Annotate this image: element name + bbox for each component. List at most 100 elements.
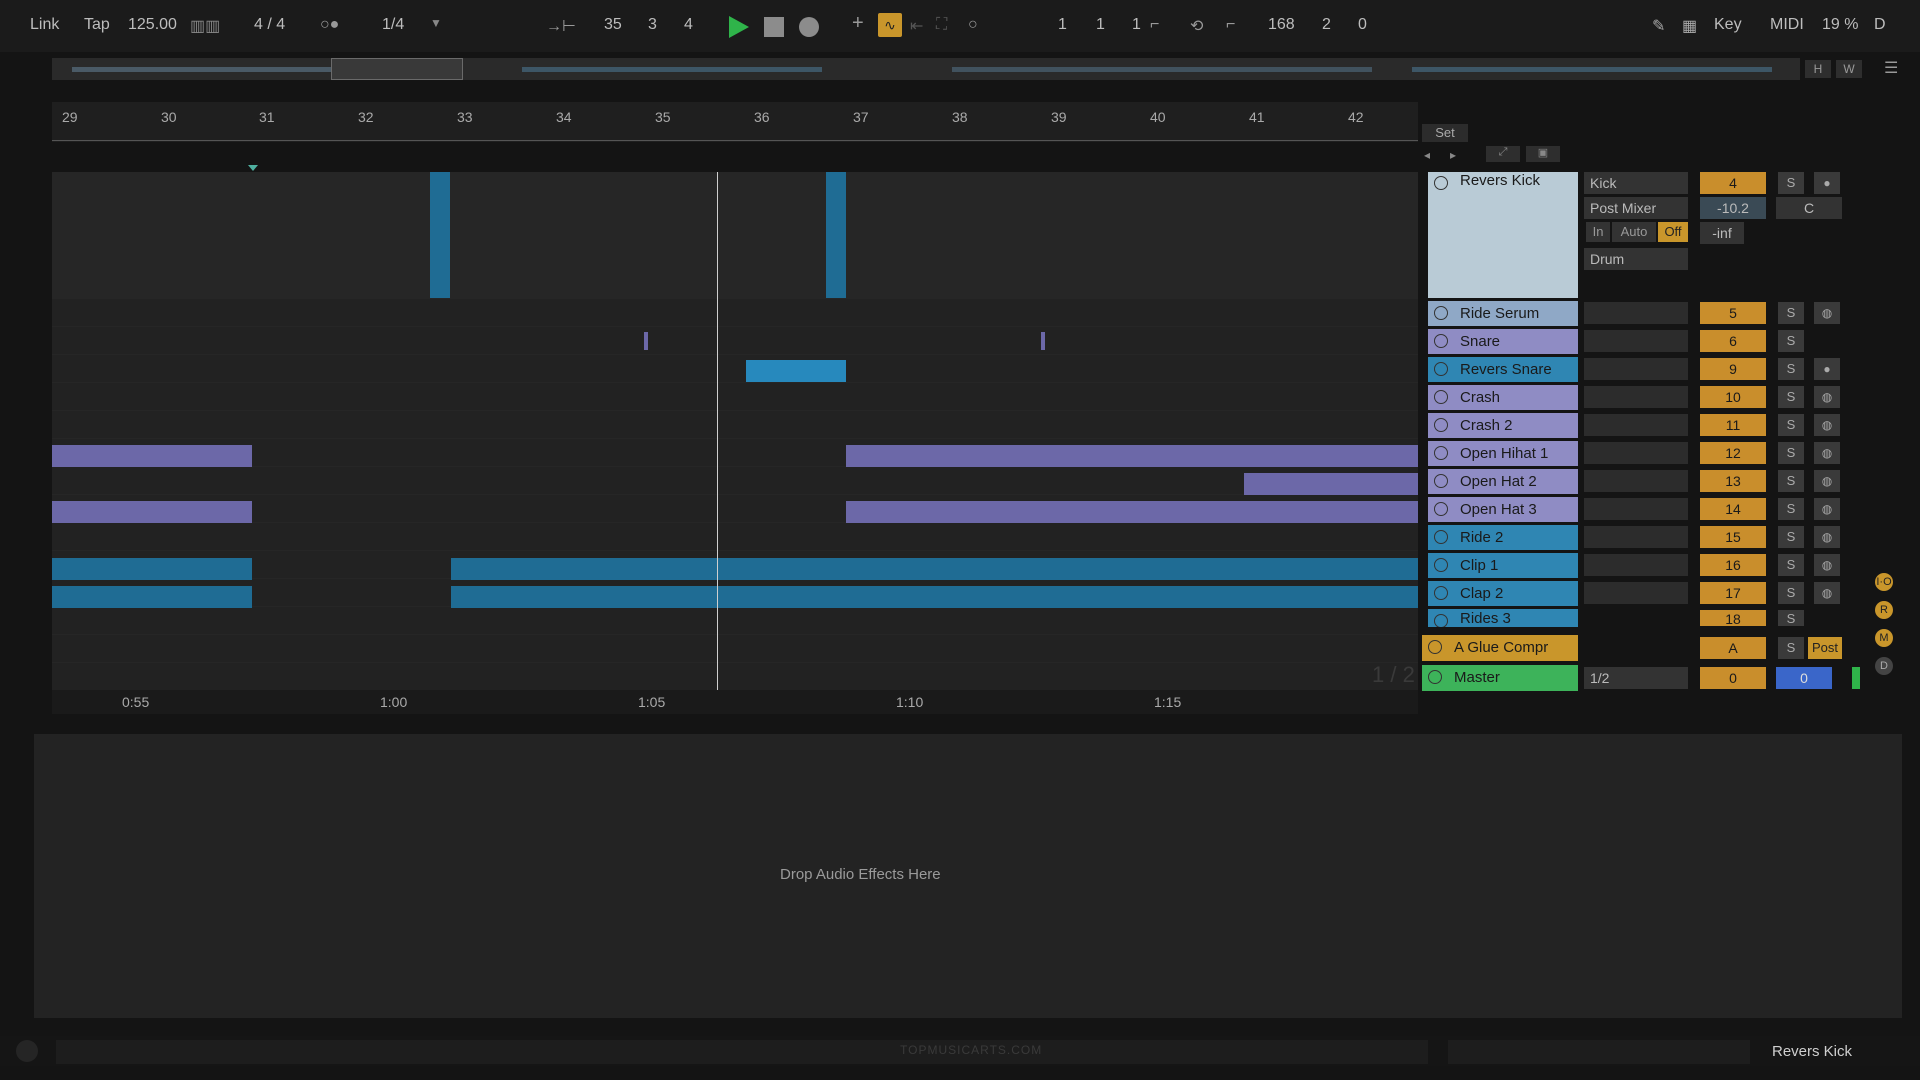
track-io-slot[interactable]: [1584, 526, 1688, 548]
audio-clip[interactable]: [644, 332, 648, 350]
track-lane[interactable]: [52, 299, 1418, 327]
audio-clip[interactable]: [1244, 473, 1418, 495]
audio-clip[interactable]: [846, 445, 1418, 467]
arm-icon[interactable]: ◍: [1814, 554, 1840, 576]
track-fold-icon[interactable]: [1434, 614, 1448, 627]
track-lane[interactable]: [52, 523, 1418, 551]
nudge-icon[interactable]: ▥▥: [190, 16, 220, 36]
return-toggle-icon[interactable]: R: [1875, 601, 1893, 619]
track-header[interactable]: Open Hat 2: [1428, 469, 1578, 494]
monitor-off-button[interactable]: Off: [1658, 222, 1688, 242]
menu-icon[interactable]: ☰: [1884, 58, 1902, 77]
track-io-slot[interactable]: [1584, 470, 1688, 492]
track-header[interactable]: Ride Serum: [1428, 301, 1578, 326]
audio-clip[interactable]: [52, 586, 252, 608]
arm-icon[interactable]: ◍: [1814, 386, 1840, 408]
loop-switch-icon[interactable]: ⟲: [1190, 16, 1203, 36]
track-number[interactable]: 15: [1700, 526, 1766, 548]
track-io-slot[interactable]: [1584, 582, 1688, 604]
track-fold-icon[interactable]: [1434, 334, 1448, 348]
audio-clip[interactable]: [52, 558, 252, 580]
keyboard-icon[interactable]: ▦: [1682, 16, 1697, 36]
position-sixteenth-field[interactable]: 4: [684, 16, 693, 34]
loop-length-sixteenth-field[interactable]: 0: [1358, 16, 1367, 34]
return-track-letter[interactable]: A: [1700, 637, 1766, 659]
output-select[interactable]: Drum: [1584, 248, 1688, 270]
track-io-slot[interactable]: [1584, 358, 1688, 380]
master-pan-field[interactable]: 0: [1776, 667, 1832, 689]
time-signature-field[interactable]: 4 / 4: [254, 16, 285, 34]
monitor-auto-button[interactable]: Auto: [1612, 222, 1656, 242]
track-number[interactable]: 17: [1700, 582, 1766, 604]
audio-clip[interactable]: [846, 501, 1418, 523]
arm-icon[interactable]: ◍: [1814, 498, 1840, 520]
solo-button[interactable]: S: [1778, 358, 1804, 380]
arm-icon[interactable]: ◍: [1814, 582, 1840, 604]
loop-record-icon[interactable]: ○: [968, 16, 978, 34]
tap-button[interactable]: Tap: [84, 16, 110, 34]
key-map-button[interactable]: Key: [1714, 16, 1742, 34]
bar-ruler[interactable]: 29 30 31 32 33 34 35 36 37 38 39 40 41 4…: [52, 102, 1418, 142]
track-lane[interactable]: [52, 467, 1418, 495]
track-header[interactable]: Clip 1: [1428, 553, 1578, 578]
track-lane-master[interactable]: [52, 663, 1418, 691]
return-track-header[interactable]: A Glue Compr: [1422, 635, 1578, 661]
track-io-slot[interactable]: [1584, 554, 1688, 576]
track-lane[interactable]: [52, 607, 1418, 635]
overview-view-box[interactable]: [331, 58, 463, 80]
audio-clip[interactable]: [451, 586, 1418, 608]
post-fader-toggle[interactable]: Post: [1808, 637, 1842, 659]
loop-start-beat-field[interactable]: 1: [1096, 16, 1105, 34]
stop-button[interactable]: [764, 17, 784, 37]
track-number[interactable]: 4: [1700, 172, 1766, 194]
capture-icon[interactable]: ⛶: [936, 16, 947, 34]
track-number[interactable]: 16: [1700, 554, 1766, 576]
track-fold-icon[interactable]: [1434, 418, 1448, 432]
loop-length-bar-field[interactable]: 168: [1268, 16, 1295, 34]
draw-mode-icon[interactable]: ✎: [1652, 16, 1665, 36]
quantization-select[interactable]: 1/4: [382, 16, 404, 34]
solo-button[interactable]: S: [1778, 386, 1804, 408]
locator-marker[interactable]: [248, 165, 258, 171]
record-button[interactable]: [799, 17, 819, 37]
info-toggle-icon[interactable]: [16, 1040, 38, 1062]
track-io-slot[interactable]: [1584, 386, 1688, 408]
arrangement-overview[interactable]: [52, 58, 1800, 80]
track-fold-icon[interactable]: [1434, 390, 1448, 404]
selected-track-label[interactable]: Revers Kick: [1772, 1043, 1852, 1060]
track-number[interactable]: 10: [1700, 386, 1766, 408]
pan-field[interactable]: C: [1776, 197, 1842, 219]
loop-length-beat-field[interactable]: 2: [1322, 16, 1331, 34]
set-button[interactable]: Set: [1422, 124, 1468, 142]
track-io-slot[interactable]: [1584, 330, 1688, 352]
position-bar-field[interactable]: 35: [604, 16, 622, 34]
arrangement-lanes[interactable]: [52, 172, 1418, 691]
track-fold-icon[interactable]: [1434, 362, 1448, 376]
follow-icon[interactable]: →⊢: [546, 16, 576, 36]
track-header[interactable]: Ride 2: [1428, 525, 1578, 550]
track-lane-return[interactable]: [52, 635, 1418, 663]
track-number[interactable]: 12: [1700, 442, 1766, 464]
track-header[interactable]: Open Hihat 1: [1428, 441, 1578, 466]
audio-clip[interactable]: [52, 445, 252, 467]
track-io-slot[interactable]: [1584, 498, 1688, 520]
solo-button[interactable]: S: [1778, 637, 1804, 659]
arm-icon[interactable]: ●: [1814, 358, 1840, 380]
send-field[interactable]: -inf: [1700, 222, 1744, 244]
arm-icon[interactable]: ◍: [1814, 526, 1840, 548]
track-number[interactable]: 5: [1700, 302, 1766, 324]
loop-start-bar-field[interactable]: 1: [1058, 16, 1067, 34]
time-ruler[interactable]: 0:55 1:00 1:05 1:10 1:15: [52, 690, 1418, 714]
audio-clip[interactable]: [52, 501, 252, 523]
position-beat-field[interactable]: 3: [648, 16, 657, 34]
mixer-toggle-icon[interactable]: M: [1875, 629, 1893, 647]
track-fold-icon[interactable]: [1434, 446, 1448, 460]
master-volume-field[interactable]: 0: [1700, 667, 1766, 689]
solo-button[interactable]: S: [1778, 610, 1804, 626]
track-fold-icon[interactable]: [1434, 530, 1448, 544]
lock-icon[interactable]: ▣: [1526, 146, 1560, 162]
solo-button[interactable]: S: [1778, 582, 1804, 604]
track-io-slot[interactable]: [1584, 442, 1688, 464]
audio-clip[interactable]: [746, 360, 846, 382]
input-type-select[interactable]: Kick: [1584, 172, 1688, 194]
